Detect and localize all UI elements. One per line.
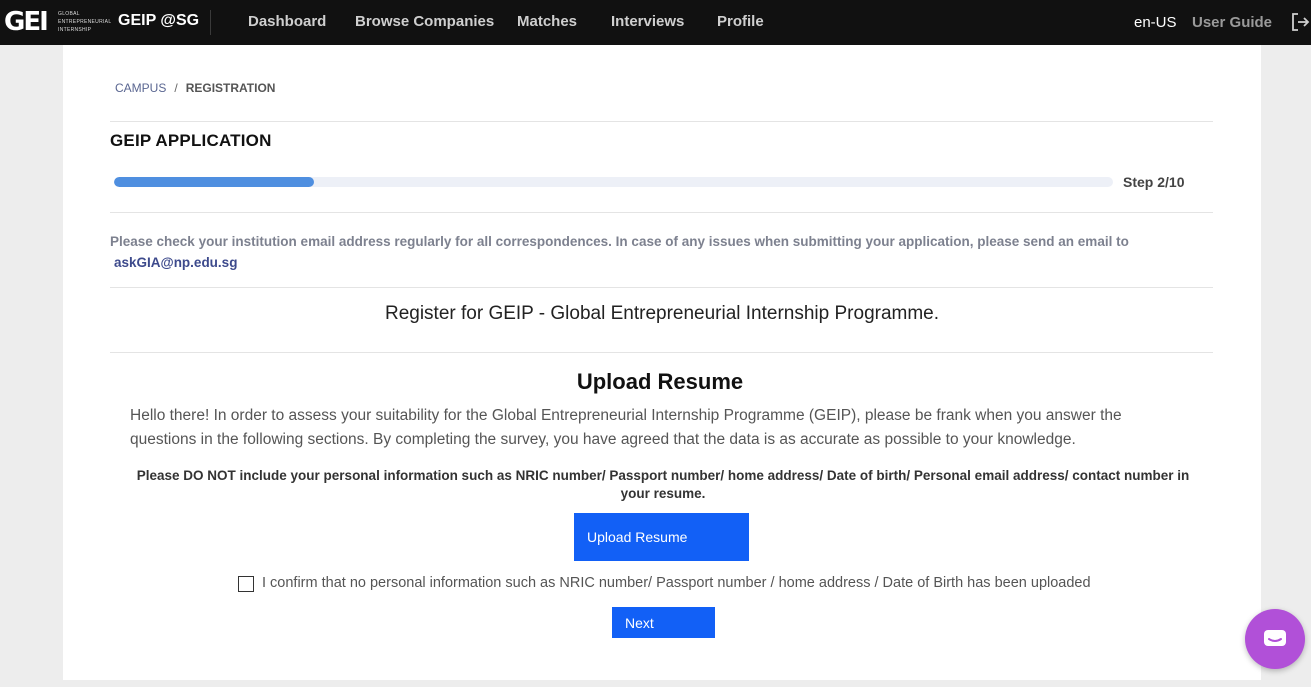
top-navbar: GEI GLOBAL ENTREPRENEURIAL INTERNSHIP GE… xyxy=(0,0,1311,45)
intro-text: Hello there! In order to assess your sui… xyxy=(130,407,1122,448)
progress-fill xyxy=(114,177,314,187)
page-title: GEIP APPLICATION xyxy=(110,131,272,150)
divider xyxy=(110,352,1213,353)
breadcrumb: CAMPUS / REGISTRATION xyxy=(115,81,275,95)
notice-text: Please check your institution email addr… xyxy=(110,234,1129,249)
nav-interviews[interactable]: Interviews xyxy=(611,13,684,30)
nav-dashboard[interactable]: Dashboard xyxy=(248,13,326,30)
divider xyxy=(110,287,1213,288)
upload-resume-button[interactable]: Upload Resume xyxy=(574,513,749,561)
nav-profile[interactable]: Profile xyxy=(717,13,764,30)
user-guide-link[interactable]: User Guide xyxy=(1192,14,1272,31)
chat-button[interactable] xyxy=(1245,609,1305,669)
confirm-checkbox[interactable] xyxy=(238,576,254,592)
breadcrumb-separator: / xyxy=(174,81,178,95)
logo-mark: GEI xyxy=(4,7,49,37)
breadcrumb-current: REGISTRATION xyxy=(185,81,276,95)
brand-divider xyxy=(210,10,211,35)
nav-matches[interactable]: Matches xyxy=(517,13,577,30)
step-indicator: Step 2/10 xyxy=(1123,174,1185,190)
registration-subtitle: Register for GEIP - Global Entrepreneuri… xyxy=(384,303,940,324)
geip-logo[interactable]: GEI GLOBAL ENTREPRENEURIAL INTERNSHIP xyxy=(4,4,111,40)
logout-icon[interactable] xyxy=(1290,11,1310,33)
brand-title[interactable]: GEIP @SG xyxy=(118,12,199,30)
breadcrumb-campus[interactable]: CAMPUS xyxy=(115,81,166,95)
support-email-link[interactable]: askGIA@np.edu.sg xyxy=(114,255,237,270)
email-notice: Please check your institution email addr… xyxy=(110,231,1170,273)
locale-switcher[interactable]: en-US xyxy=(1134,14,1177,31)
divider xyxy=(110,121,1213,122)
chat-icon xyxy=(1264,630,1286,646)
next-button[interactable]: Next xyxy=(612,607,715,638)
section-heading: Upload Resume xyxy=(576,369,744,394)
progress-bar xyxy=(114,177,1113,187)
nav-browse-companies[interactable]: Browse Companies xyxy=(355,13,494,30)
registration-card: CAMPUS / REGISTRATION GEIP APPLICATION Ste… xyxy=(63,45,1261,680)
privacy-warning: Please DO NOT include your personal info… xyxy=(136,468,1190,501)
divider xyxy=(110,212,1213,213)
logo-subtitle: GLOBAL ENTREPRENEURIAL INTERNSHIP xyxy=(58,11,112,33)
confirm-label[interactable]: I confirm that no personal information s… xyxy=(262,575,1091,591)
